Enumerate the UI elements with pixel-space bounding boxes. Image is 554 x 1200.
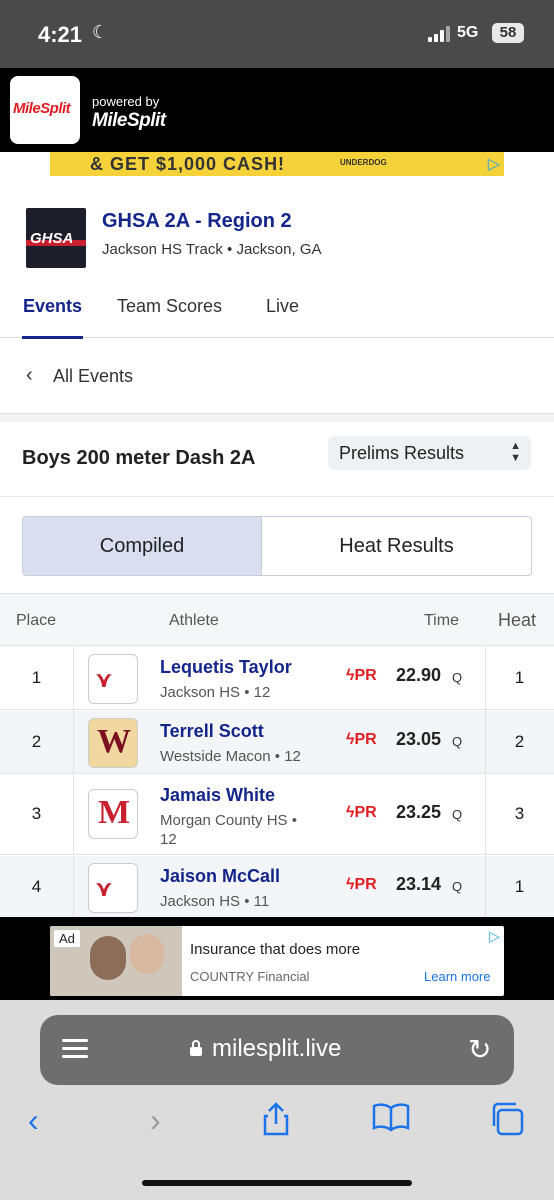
forward-icon[interactable]: › (150, 1102, 161, 1139)
pr-badge: ϟPR (346, 731, 377, 748)
athlete-name[interactable]: Jaison McCall (160, 866, 280, 887)
table-header: Place Athlete Time Heat (0, 593, 554, 646)
athlete-team: Jackson HS • 12 (160, 684, 271, 701)
athlete-team: Jackson HS • 11 (160, 893, 270, 910)
chevron-left-icon: ‹ (26, 364, 33, 386)
brand-name: MileSplit (92, 110, 166, 131)
battery-icon: 58 (492, 23, 524, 43)
time-cell: 23.14 (396, 874, 442, 894)
tab-team-scores[interactable]: Team Scores (117, 296, 222, 317)
powered-by-label: powered by (92, 94, 160, 109)
team-logo: ⋎ (88, 654, 138, 704)
share-icon[interactable] (262, 1102, 290, 1144)
round-select-value: Prelims Results (339, 443, 465, 463)
place-cell: 4 (31, 877, 42, 896)
time-cell: 23.25 (396, 802, 442, 822)
athlete-team: Morgan County HS • 12 (160, 812, 297, 848)
results-table: Place Athlete Time Heat 1 ⋎ Lequetis Tay… (0, 593, 554, 917)
banner-ad-text: & GET $1,000 CASH! (90, 154, 286, 174)
results-view-toggle: Compiled Heat Results (22, 516, 532, 576)
all-events-link[interactable]: ‹ All Events (0, 338, 554, 414)
ad-image: Ad (50, 926, 182, 996)
table-row[interactable]: 4 ⋎ Jaison McCall Jackson HS • 11 ϟPR 23… (0, 856, 554, 917)
header-heat: Heat (498, 610, 537, 630)
heat-cell: 1 (514, 877, 525, 896)
moon-icon: ☾ (92, 22, 109, 42)
adchoices-icon[interactable]: ▷ (488, 154, 500, 174)
heat-results-button[interactable]: Heat Results (261, 517, 531, 575)
ghsa-logo: GHSA (26, 208, 86, 268)
heat-cell: 1 (514, 668, 525, 687)
back-icon[interactable]: ‹ (28, 1102, 39, 1139)
network-label: 5G (457, 24, 479, 41)
team-logo: W (88, 718, 138, 768)
qualifier-mark: Q (452, 807, 463, 822)
team-logo: M (88, 789, 138, 839)
athlete-name[interactable]: Jamais White (160, 785, 275, 806)
event-title: Boys 200 meter Dash 2A (22, 447, 256, 469)
display-ad[interactable]: Ad Insurance that does more COUNTRY Fina… (50, 926, 504, 996)
meet-location: Jackson HS Track • Jackson, GA (102, 241, 322, 258)
header-athlete: Athlete (169, 612, 219, 629)
place-cell: 3 (31, 804, 42, 823)
athlete-team: Westside Macon • 12 (160, 748, 301, 765)
header-place: Place (16, 612, 57, 629)
all-events-label: All Events (53, 366, 134, 386)
home-indicator (142, 1180, 412, 1186)
signal-icon (428, 26, 452, 42)
team-logo: ⋎ (88, 863, 138, 913)
page-menu-icon[interactable] (62, 1035, 88, 1063)
place-cell: 1 (31, 668, 42, 687)
pr-badge: ϟPR (346, 876, 377, 893)
round-select[interactable]: Prelims Results ▲ ▼ (328, 436, 531, 470)
address-bar[interactable]: milesplit.live ↻ (40, 1015, 514, 1085)
status-bar: 4:21 ☾ 5G 58 (0, 0, 554, 68)
section-divider (0, 414, 554, 422)
time-cell: 22.90 (396, 665, 442, 685)
athlete-name[interactable]: Terrell Scott (160, 721, 264, 742)
banner-ad-brand: UNDERDOG (340, 158, 387, 167)
pr-badge: ϟPR (346, 804, 377, 821)
qualifier-mark: Q (452, 879, 463, 894)
tab-events[interactable]: Events (23, 296, 82, 317)
milesplit-logo[interactable]: MileSplit (10, 76, 80, 144)
ad-badge: Ad (54, 930, 80, 947)
ad-learn-more-link[interactable]: Learn more (424, 969, 490, 984)
qualifier-mark: Q (452, 670, 463, 685)
meet-tabs: Events Team Scores Live (0, 280, 554, 339)
athlete-name[interactable]: Lequetis Taylor (160, 657, 292, 678)
lock-icon (189, 1039, 203, 1057)
heat-cell: 2 (514, 732, 525, 751)
header-time: Time (424, 612, 459, 629)
meet-title[interactable]: GHSA 2A - Region 2 (102, 210, 292, 233)
tabs-icon[interactable] (490, 1102, 526, 1144)
ad-headline: Insurance that does more (190, 941, 361, 958)
chevron-updown-icon: ▲ ▼ (510, 440, 521, 464)
compiled-button[interactable]: Compiled (23, 517, 261, 575)
tab-live[interactable]: Live (266, 296, 299, 317)
table-row[interactable]: 3 M Jamais White Morgan County HS • 12 ϟP… (0, 775, 554, 855)
reload-icon[interactable]: ↻ (468, 1033, 491, 1066)
logo-text: MileSplit (13, 100, 71, 117)
table-row[interactable]: 2 W Terrell Scott Westside Macon • 12 ϟP… (0, 711, 554, 774)
app-header: MileSplit powered by MileSplit (0, 68, 554, 152)
qualifier-mark: Q (452, 734, 463, 749)
url-text: milesplit.live (212, 1035, 342, 1062)
banner-ad[interactable]: & GET $1,000 CASH! UNDERDOG ▷ (50, 152, 504, 176)
time-cell: 23.05 (396, 729, 442, 749)
table-row[interactable]: 1 ⋎ Lequetis Taylor Jackson HS • 12 ϟPR … (0, 647, 554, 710)
status-time: 4:21 (38, 22, 83, 47)
heat-cell: 3 (514, 804, 525, 823)
ad-advertiser: COUNTRY Financial (190, 969, 310, 984)
bookmarks-icon[interactable] (372, 1102, 410, 1140)
adchoices-icon[interactable]: ▷ (489, 928, 500, 945)
pr-badge: ϟPR (346, 667, 377, 684)
place-cell: 2 (31, 732, 42, 751)
